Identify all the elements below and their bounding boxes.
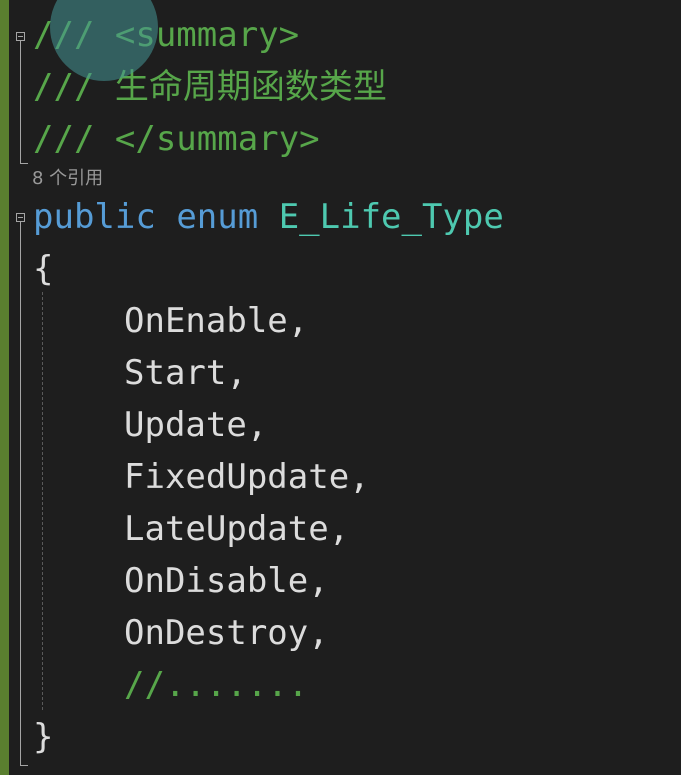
change-tracking-bar (0, 0, 9, 775)
summary-outline-line (20, 41, 21, 163)
collapse-summary-icon[interactable] (16, 32, 25, 41)
summary-close-line: /// </summary> (33, 119, 320, 159)
enum-outline-end (20, 765, 28, 766)
summary-outline-end (20, 163, 28, 164)
summary-open-line: /// <summary> (33, 15, 300, 55)
enum-member: OnDestroy, (124, 613, 329, 653)
enum-outline-line (20, 222, 21, 765)
enum-declaration-line: public enum E_Life_Type (33, 197, 504, 237)
enum-member: Update, (124, 405, 268, 445)
enum-member: LateUpdate, (124, 509, 350, 549)
indent-guide (42, 292, 43, 710)
code-editor[interactable]: /// <summary> /// 生命周期函数类型 /// </summary… (0, 0, 681, 775)
trailing-comment-line: //....... (124, 665, 309, 705)
close-brace-line: } (33, 717, 54, 757)
code-area[interactable]: /// <summary> /// 生命周期函数类型 /// </summary… (9, 0, 681, 775)
enum-member: OnDisable, (124, 561, 329, 601)
enum-type-name: E_Life_Type (278, 197, 504, 237)
collapse-enum-icon[interactable] (16, 213, 25, 222)
open-brace-line: { (33, 249, 54, 289)
enum-member: FixedUpdate, (124, 457, 370, 497)
enum-member: Start, (124, 353, 247, 393)
summary-text-line: /// 生命周期函数类型 (33, 67, 387, 107)
public-keyword: public (33, 197, 156, 237)
enum-member: OnEnable, (124, 301, 309, 341)
enum-keyword: enum (176, 197, 259, 237)
references-codelens[interactable]: 8 个引用 (32, 168, 103, 190)
